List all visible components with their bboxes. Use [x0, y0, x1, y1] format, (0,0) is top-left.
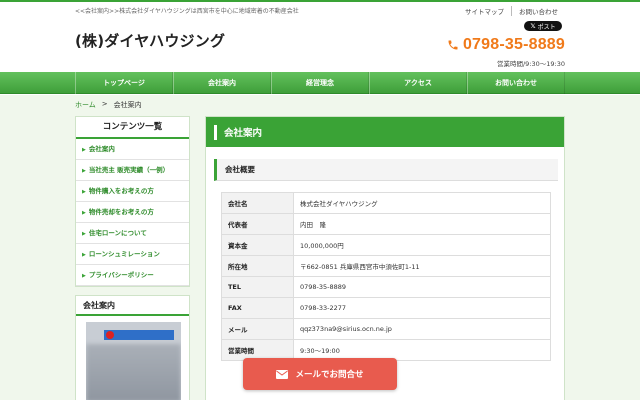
section-title: 会社概要	[214, 159, 558, 181]
company-info-table: 会社名 株式会社ダイヤハウジング 代表者 内田 隆資本金 10,000,000円 所在地〒…	[221, 192, 551, 361]
nav-item-top[interactable]: トップページ	[75, 72, 173, 94]
chevron-right-icon: ▶	[82, 147, 86, 153]
global-nav: トップページ 会社案内 経営理念 アクセス お問い合わせ	[0, 72, 640, 94]
row-label: メール	[221, 318, 294, 340]
main-header: 会社案内	[206, 117, 564, 147]
company-box-title: 会社案内	[76, 296, 189, 316]
row-value: 0798-35-8889	[293, 276, 551, 298]
nav-item-company[interactable]: 会社案内	[173, 72, 271, 94]
table-row: 会社名 株式会社ダイヤハウジング	[221, 192, 551, 214]
sign-logo-icon	[106, 331, 114, 339]
envelope-icon	[276, 369, 289, 379]
row-value: qqz373na9@sirius.ocn.ne.jp	[293, 318, 551, 340]
chevron-right-icon: ▶	[82, 231, 86, 237]
nav-item-philosophy[interactable]: 経営理念	[271, 72, 369, 94]
mail-contact-button[interactable]: メールでお問合せ	[243, 358, 397, 390]
row-label: 会社名	[221, 192, 294, 214]
sidebar-title: コンテンツ一覧	[76, 117, 189, 139]
chevron-right-icon: ▶	[82, 273, 86, 279]
sidebar-item-buying[interactable]: ▶ 物件購入をお考えの方	[76, 181, 189, 202]
sidebar-item-label: 当社売主 販売実績（一例）	[88, 166, 170, 174]
sidebar-item-label: 物件売却をお考えの方	[88, 208, 154, 216]
sidebar-item-mortgage[interactable]: ▶ 住宅ローンについて	[76, 223, 189, 244]
row-label: 代表者	[221, 213, 294, 235]
title-accent-bar	[214, 124, 217, 140]
sidebar-item-label: ローンシュミレーション	[88, 250, 160, 258]
row-value: 内田 隆	[293, 213, 551, 235]
sidebar-item-company[interactable]: ▶ 会社案内	[76, 139, 189, 160]
row-label: 所在地	[221, 255, 294, 277]
business-hours: 営業時間/9:30～19:30	[496, 60, 565, 68]
row-label: TEL	[221, 276, 294, 298]
sidebar-item-selling[interactable]: ▶ 物件売却をお考えの方	[76, 202, 189, 223]
row-value: 10,000,000円	[293, 234, 551, 256]
row-label: 資本金	[221, 234, 294, 256]
nav-item-contact[interactable]: お問い合わせ	[467, 72, 565, 94]
sidebar-item-label: 会社案内	[88, 145, 115, 153]
table-row: 所在地 〒662-0851 兵庫県西宮市中須佐町1-11	[221, 255, 551, 277]
sidebar-contents: コンテンツ一覧 ▶ 会社案内 ▶ 当社売主 販売実績（一例） ▶ 物件購入をお考えの方…	[75, 116, 190, 287]
x-post-label: ポスト	[537, 23, 556, 31]
sidebar-item-sales-record[interactable]: ▶ 当社売主 販売実績（一例）	[76, 160, 189, 181]
sitemap-link[interactable]: サイトマップ	[458, 6, 511, 16]
breadcrumb-home-link[interactable]: ホーム	[75, 100, 96, 110]
phone-block[interactable]: 0798-35-8889	[447, 36, 565, 54]
phone-number: 0798-35-8889	[462, 36, 565, 53]
top-border	[0, 0, 640, 2]
table-row: FAX 0798-33-2277	[221, 297, 551, 319]
sidebar-item-privacy[interactable]: ▶ プライバシーポリシー	[76, 265, 189, 286]
store-sign	[104, 330, 174, 340]
company-photo-box: 会社案内	[75, 295, 190, 400]
chevron-right-icon: ▶	[82, 210, 86, 216]
table-row: 代表者 内田 隆	[221, 213, 551, 235]
building-image	[86, 344, 181, 400]
sidebar-item-label: 住宅ローンについて	[88, 229, 147, 237]
breadcrumb-current: 会社案内	[113, 101, 142, 109]
mail-contact-label: メールでお問合せ	[295, 370, 364, 380]
table-row: メール qqz373na9@sirius.ocn.ne.jp	[221, 318, 551, 340]
sidebar-item-loan-simulation[interactable]: ▶ ローンシュミレーション	[76, 244, 189, 265]
sidebar-item-label: プライバシーポリシー	[88, 271, 154, 279]
contact-link[interactable]: お問い合わせ	[511, 6, 565, 16]
nav-item-access[interactable]: アクセス	[369, 72, 467, 94]
row-value: 〒662-0851 兵庫県西宮市中須佐町1-11	[293, 255, 551, 277]
chevron-right-icon: ▶	[82, 252, 86, 258]
x-post-button[interactable]: 𝕏 ポスト	[524, 21, 562, 31]
header-tagline: <<会社案内>>株式会社ダイヤハウジングは西宮市を中心に地域密着の不動産会社	[75, 8, 299, 15]
phone-icon	[448, 40, 458, 50]
breadcrumb: ホーム > 会社案内	[75, 100, 142, 110]
x-logo-icon: 𝕏	[530, 22, 536, 30]
table-row: TEL 0798-35-8889	[221, 276, 551, 298]
row-value: 0798-33-2277	[293, 297, 551, 319]
table-row: 資本金 10,000,000円	[221, 234, 551, 256]
site-logo[interactable]: (株)ダイヤハウジング	[75, 30, 225, 51]
sidebar-item-label: 物件購入をお考えの方	[88, 187, 154, 195]
storefront-photo	[86, 322, 181, 400]
row-value: 株式会社ダイヤハウジング	[293, 192, 551, 214]
chevron-right-icon: ▶	[82, 189, 86, 195]
page-title: 会社案内	[224, 128, 263, 139]
breadcrumb-separator: >	[101, 100, 108, 108]
row-label: FAX	[221, 297, 294, 319]
chevron-right-icon: ▶	[82, 168, 86, 174]
top-links: サイトマップ お問い合わせ	[458, 6, 565, 16]
